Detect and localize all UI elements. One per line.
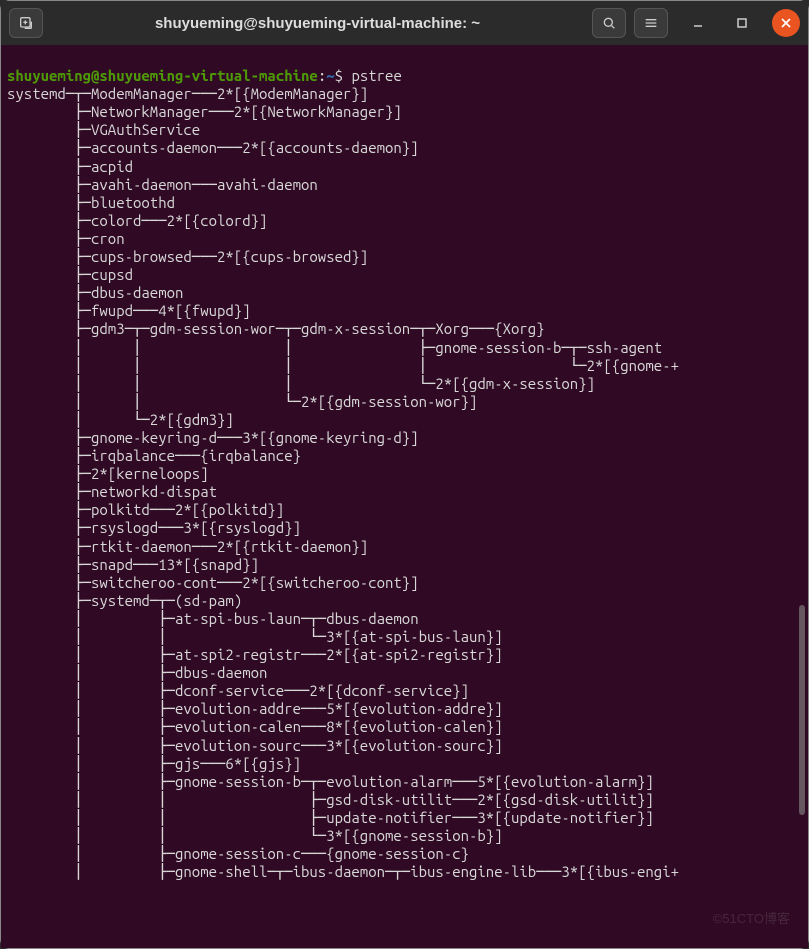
title-bar: shuyueming@shuyueming-virtual-machine: ~ xyxy=(1,1,808,45)
prompt-command: pstree xyxy=(351,67,401,84)
window-title: shuyueming@shuyueming-virtual-machine: ~ xyxy=(155,15,480,32)
new-tab-button[interactable] xyxy=(9,8,43,38)
menu-button[interactable] xyxy=(634,8,668,38)
prompt-user-host: shuyueming@shuyueming-virtual-machine xyxy=(7,67,318,84)
maximize-button[interactable] xyxy=(728,9,756,37)
prompt-sep1: : xyxy=(318,67,326,84)
watermark: ©51CTO博客 xyxy=(713,910,790,928)
prompt-path: ~ xyxy=(326,67,334,84)
terminal-area[interactable]: shuyueming@shuyueming-virtual-machine:~$… xyxy=(1,45,808,948)
scrollbar-thumb[interactable] xyxy=(799,605,805,815)
close-button[interactable] xyxy=(772,9,800,37)
prompt-sep2: $ xyxy=(335,67,352,84)
search-button[interactable] xyxy=(592,8,626,38)
pstree-output: systemd─┬─ModemManager───2*[{ModemManage… xyxy=(7,85,802,881)
minimize-button[interactable] xyxy=(684,9,712,37)
